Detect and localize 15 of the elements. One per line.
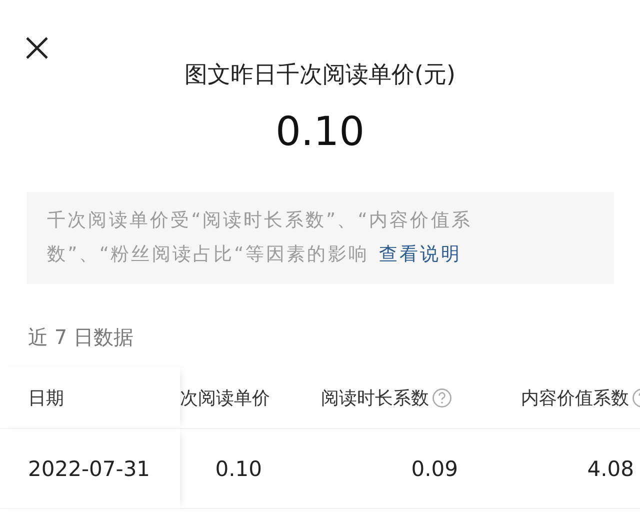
table-cell: 0.09 xyxy=(275,429,472,509)
notice-text: 千次阅读单价受“阅读时长系数”、“内容价值系数”、“粉丝阅读占比“等因素的影响 查看说明 xyxy=(27,192,614,284)
section-title: 近 7 日数据 xyxy=(28,324,134,351)
table-cell: 2022-07-31 xyxy=(0,429,180,509)
view-explanation-link[interactable]: 查看说明 xyxy=(378,244,462,265)
column-header: 日期 xyxy=(0,367,180,429)
close-icon[interactable] xyxy=(25,36,49,60)
price-value: 0.10 xyxy=(274,108,366,156)
column-header: 次阅读单价 xyxy=(180,367,275,429)
table-cell: 4.08 xyxy=(472,429,640,509)
table-cell: 0.10 xyxy=(180,429,275,509)
help-icon[interactable] xyxy=(432,388,452,408)
column-header: 内容价值系数 xyxy=(472,367,640,429)
page-title: 图文昨日千次阅读单价(元) xyxy=(184,61,456,90)
column-header: 阅读时长系数 xyxy=(275,367,472,429)
